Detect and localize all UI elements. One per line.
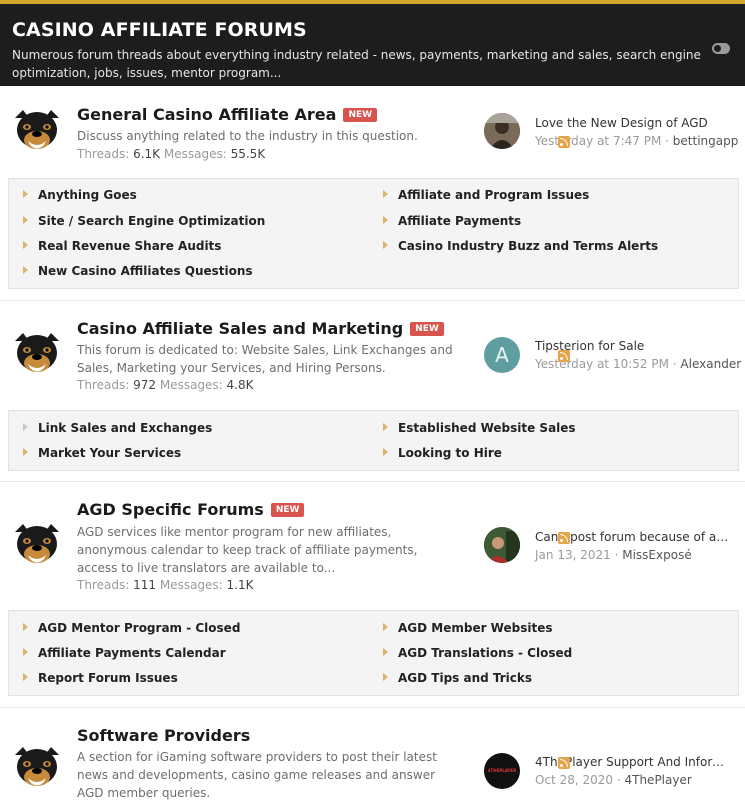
subforum-link[interactable]: Casino Industry Buzz and Terms Alerts <box>383 239 658 253</box>
rottweiler-logo-icon <box>15 524 59 563</box>
forum-title-software-providers[interactable]: Software Providers <box>77 726 250 745</box>
forum-title-agd-specific[interactable]: AGD Specific Forums NEW <box>77 500 305 519</box>
new-badge: NEW <box>270 503 305 517</box>
divider <box>0 707 745 708</box>
subforum-link[interactable]: Affiliate Payments Calendar <box>23 646 226 660</box>
subforum-list: Link Sales and Exchanges Established Web… <box>8 410 739 471</box>
rss-icon[interactable] <box>558 757 570 769</box>
subforum-link[interactable]: Looking to Hire <box>383 446 502 460</box>
subforum-link[interactable]: AGD Mentor Program - Closed <box>23 621 240 635</box>
subforum-link[interactable]: AGD Tips and Tricks <box>383 671 532 685</box>
forum-description: This forum is dedicated to: Website Sale… <box>77 343 453 375</box>
subforum-link[interactable]: Established Website Sales <box>383 421 576 435</box>
rottweiler-logo-icon <box>15 333 59 372</box>
forum-stats: Threads: 111 Messages: 1.1K <box>77 578 254 592</box>
avatar[interactable]: 4THEPLAYER <box>484 753 520 789</box>
forum-description: A section for iGaming software providers… <box>77 750 437 800</box>
subforum-link[interactable]: Affiliate and Program Issues <box>383 188 589 202</box>
avatar[interactable]: A <box>484 337 520 373</box>
forum-category-header: CASINO AFFILIATE FORUMS Numerous forum t… <box>0 0 745 86</box>
forum-stats: Threads: 6.1K Messages: 55.5K <box>77 147 266 161</box>
latest-user-link[interactable]: 4ThePlayer <box>624 773 691 787</box>
latest-thread-link[interactable]: Love the New Design of AGD <box>535 116 735 130</box>
new-badge: NEW <box>410 322 444 336</box>
latest-user-link[interactable]: MissExposé <box>622 548 691 562</box>
rss-icon[interactable] <box>558 350 570 362</box>
rottweiler-logo-icon <box>15 110 59 149</box>
forum-title-sales-marketing[interactable]: Casino Affiliate Sales and Marketing NEW <box>77 319 444 338</box>
forum-description: AGD services like mentor program for new… <box>77 525 418 575</box>
forum-stats: Threads: 972 Messages: 4.8K <box>77 378 254 392</box>
forum-title-general[interactable]: General Casino Affiliate Area NEW <box>77 105 378 124</box>
category-description: Numerous forum threads about everything … <box>12 48 701 80</box>
subforum-link[interactable]: Real Revenue Share Audits <box>23 239 221 253</box>
category-title[interactable]: CASINO AFFILIATE FORUMS <box>12 19 307 41</box>
subforum-link[interactable]: Affiliate Payments <box>383 214 521 228</box>
latest-thread-meta: Jan 13, 2021 · MissExposé <box>535 548 692 562</box>
rottweiler-logo-icon <box>15 747 59 786</box>
subforum-link[interactable]: Site / Search Engine Optimization <box>23 214 265 228</box>
subforum-link[interactable]: AGD Translations - Closed <box>383 646 572 660</box>
rss-icon[interactable] <box>558 532 570 544</box>
subforum-link[interactable]: Anything Goes <box>23 188 137 202</box>
subforum-link[interactable]: New Casino Affiliates Questions <box>23 264 253 278</box>
avatar[interactable] <box>484 527 520 563</box>
latest-user-link[interactable]: bettingapp <box>673 134 739 148</box>
latest-user-link[interactable]: Alexander <box>680 357 741 371</box>
subforum-list: Anything Goes Affiliate and Program Issu… <box>8 178 739 289</box>
forum-description: Discuss anything related to the industry… <box>77 129 418 143</box>
subforum-link[interactable]: Report Forum Issues <box>23 671 178 685</box>
subforum-link[interactable]: Market Your Services <box>23 446 181 460</box>
subforum-link[interactable]: Link Sales and Exchanges <box>23 421 212 435</box>
avatar[interactable] <box>484 113 520 149</box>
collapse-toggle-icon[interactable] <box>712 43 730 54</box>
subforum-list: AGD Mentor Program - Closed AGD Member W… <box>8 610 739 696</box>
new-badge: NEW <box>343 108 378 122</box>
divider <box>0 481 745 482</box>
divider <box>0 300 745 301</box>
rss-icon[interactable] <box>558 136 570 148</box>
subforum-link[interactable]: AGD Member Websites <box>383 621 553 635</box>
latest-thread-meta: Oct 28, 2020 · 4ThePlayer <box>535 773 692 787</box>
